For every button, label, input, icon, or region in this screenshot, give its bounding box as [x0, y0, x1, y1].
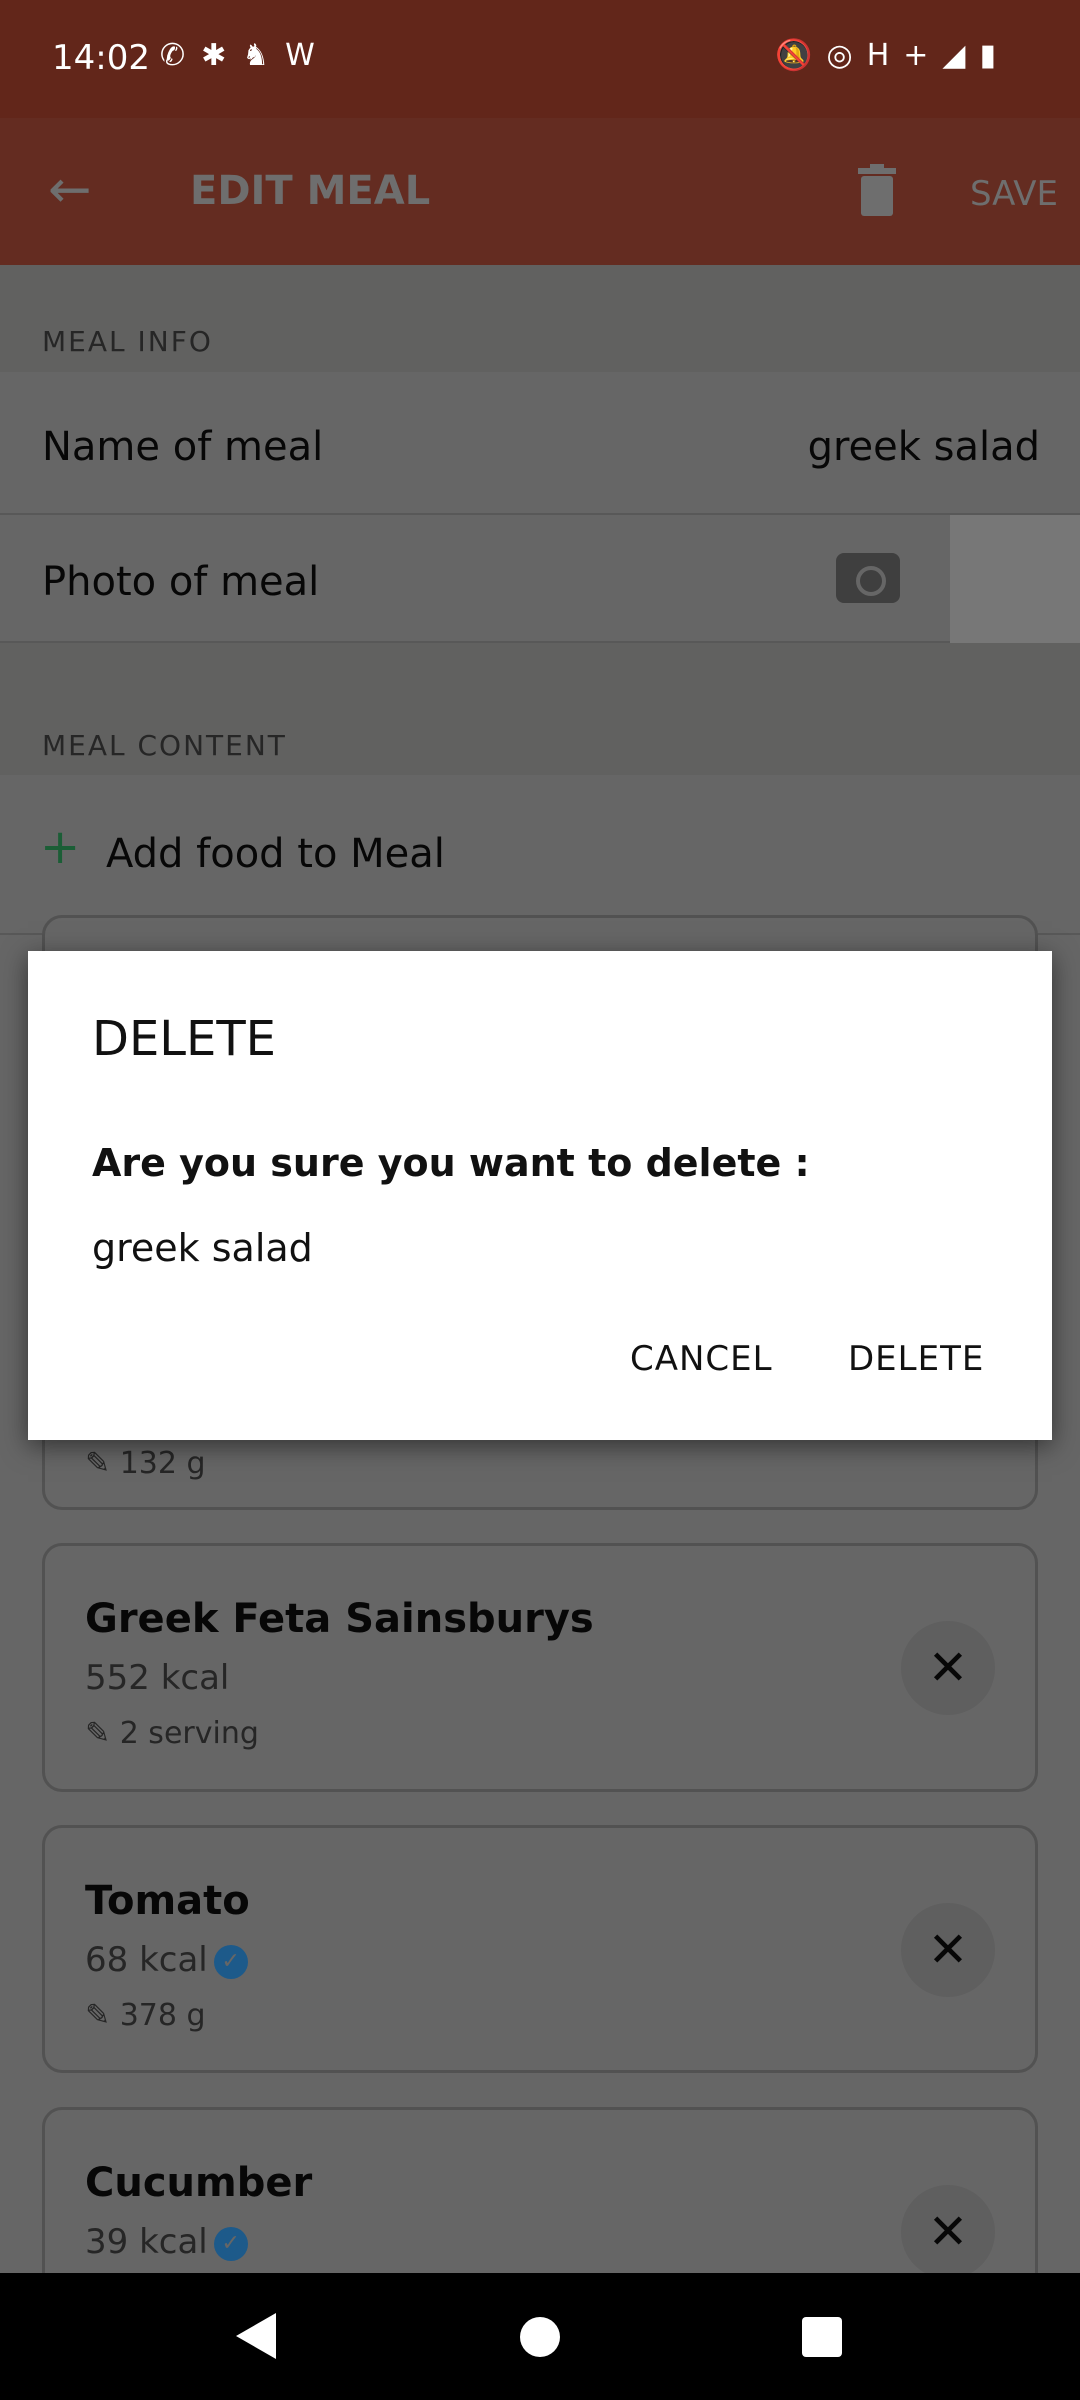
food-card[interactable]: Tomato 68 kcal ✓ ✎ 378 g ✕ — [42, 1825, 1038, 2073]
photo-thumbnail[interactable] — [950, 515, 1080, 643]
delete-button[interactable]: DELETE — [848, 1339, 984, 1379]
back-icon[interactable] — [236, 2313, 276, 2359]
system-icons: 🔕◎H+◢▮ — [775, 38, 1010, 73]
camera-icon[interactable] — [836, 553, 900, 603]
save-button[interactable]: SAVE — [970, 174, 1058, 214]
dialog-item-name: greek salad — [92, 1226, 313, 1270]
status-time: 14:02 — [52, 38, 150, 78]
trash-icon[interactable] — [858, 164, 896, 216]
cancel-button[interactable]: CANCEL — [630, 1339, 773, 1379]
navigation-bar — [0, 2273, 1080, 2400]
meal-content-header: MEAL CONTENT — [0, 643, 1080, 775]
meal-photo-row[interactable]: Photo of meal — [0, 515, 1080, 643]
pencil-icon: ✎ — [85, 1716, 111, 1751]
food-quantity[interactable]: ✎ 378 g — [85, 1998, 206, 2033]
back-arrow-icon[interactable]: ← — [48, 160, 92, 220]
quantity-text: 132 g — [119, 1446, 206, 1481]
remove-food-button[interactable]: ✕ — [901, 1903, 995, 1997]
meal-name-value[interactable]: greek salad — [808, 424, 1040, 470]
food-quantity[interactable]: ✎ 2 serving — [85, 1716, 259, 1751]
remove-food-button[interactable]: ✕ — [901, 2185, 995, 2279]
status-bar: 14:02 ✆✱♞W 🔕◎H+◢▮ — [0, 0, 1080, 118]
plus-icon: + — [40, 819, 81, 875]
app-bar: ← EDIT MEAL SAVE — [0, 118, 1080, 265]
food-name: Cucumber — [85, 2160, 313, 2206]
battery-charging-icon: ▮ — [979, 38, 1010, 73]
food-kcal-row: 68 kcal ✓ — [85, 1940, 248, 1980]
bell-off-icon: 🔕 — [775, 38, 827, 73]
meal-name-row[interactable]: Name of meal greek salad — [0, 372, 1080, 515]
food-kcal-row: 39 kcal ✓ — [85, 2222, 248, 2262]
food-name: Greek Feta Sainsburys — [85, 1596, 594, 1642]
delete-dialog: DELETE Are you sure you want to delete :… — [28, 951, 1052, 1440]
network-type: H+ — [866, 38, 943, 73]
dialog-question: Are you sure you want to delete : — [92, 1141, 810, 1185]
notification-icons: ✆✱♞W — [160, 38, 331, 73]
meal-name-label: Name of meal — [42, 424, 324, 470]
meal-info-header: MEAL INFO — [0, 265, 1080, 372]
home-icon[interactable] — [520, 2317, 560, 2357]
food-card[interactable]: Greek Feta Sainsburys 552 kcal ✎ 2 servi… — [42, 1543, 1038, 1792]
food-kcal: 39 kcal — [85, 2222, 208, 2262]
add-food-button[interactable]: + Add food to Meal — [0, 775, 1080, 935]
dialog-title: DELETE — [92, 1011, 277, 1067]
food-kcal: 68 kcal — [85, 1940, 208, 1980]
quantity-text: 378 g — [119, 1998, 206, 2033]
verified-icon: ✓ — [213, 1944, 248, 1979]
food-quantity[interactable]: ✎ 132 g — [85, 1446, 206, 1481]
recents-icon[interactable] — [802, 2317, 842, 2357]
remove-food-button[interactable]: ✕ — [901, 1621, 995, 1715]
food-kcal: 552 kcal — [85, 1658, 230, 1698]
pencil-icon: ✎ — [85, 1446, 111, 1481]
page-title: EDIT MEAL — [190, 168, 431, 214]
food-name: Tomato — [85, 1878, 250, 1924]
signal-icon: ◢ — [942, 38, 980, 73]
quantity-text: 2 serving — [119, 1716, 259, 1751]
verified-icon: ✓ — [213, 2226, 248, 2261]
hotspot-icon: ◎ — [826, 38, 867, 73]
meal-photo-label: Photo of meal — [42, 559, 320, 605]
pencil-icon: ✎ — [85, 1998, 111, 2033]
add-food-label: Add food to Meal — [106, 831, 445, 877]
